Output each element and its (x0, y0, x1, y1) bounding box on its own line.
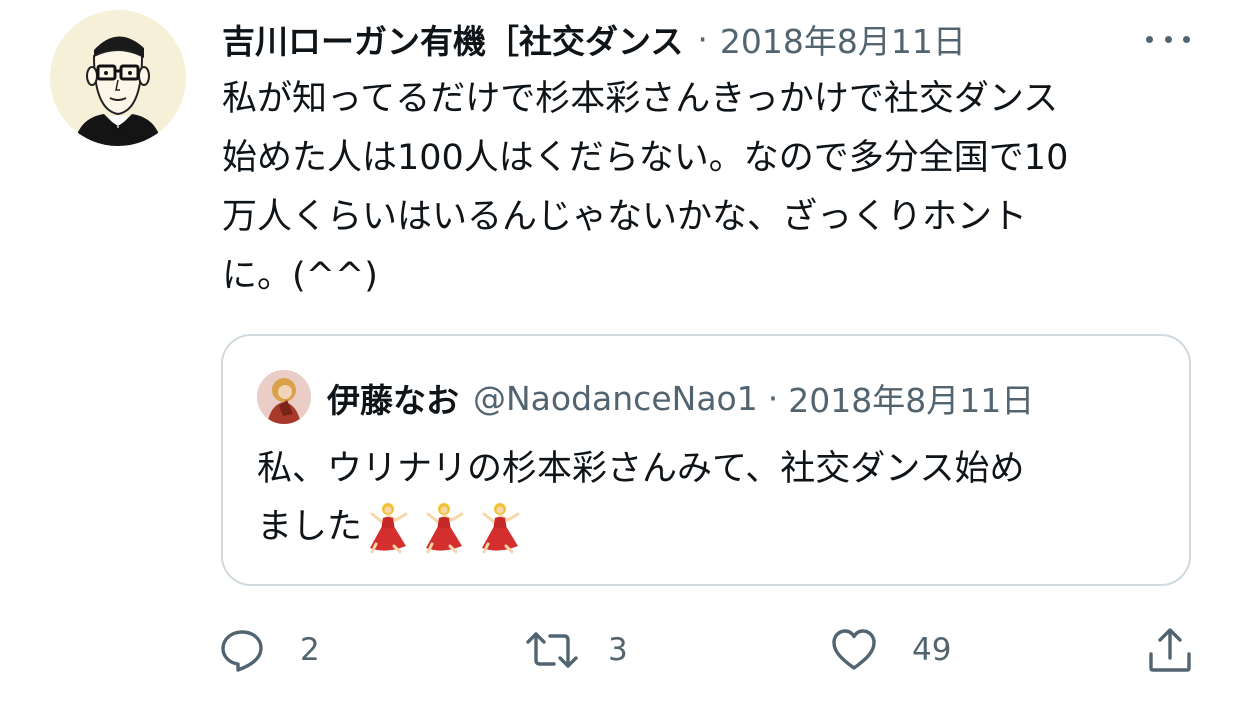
tweet-text-line: 始めた人は100人はくだらない。なので多分全国で10 (222, 138, 1069, 178)
retweet-button[interactable]: 3 (524, 620, 628, 680)
more-icon-dot (1183, 35, 1190, 43)
quote-avatar[interactable] (257, 370, 311, 424)
reply-icon (221, 630, 263, 672)
tweet-text-line: に。(^^) (222, 256, 378, 296)
dancer-emoji-icon (362, 500, 414, 554)
avatar-illustration (50, 10, 186, 146)
tweet-text-line: 私が知ってるだけで杉本彩さんきっかけで社交ダンス (222, 79, 1059, 119)
tweet-date[interactable]: 2018年8月11日 (720, 15, 966, 63)
quote-text: 私、ウリナリの杉本彩さんみて、社交ダンス始め ました (257, 440, 1167, 556)
header-separator: · (697, 19, 708, 59)
more-icon-dot (1164, 35, 1172, 43)
reply-button[interactable]: 2 (218, 620, 320, 680)
quote-author-handle[interactable]: @NaodanceNao1 (473, 379, 758, 418)
author-name[interactable]: 吉川ローガン有機［社交ダンス (222, 15, 683, 63)
reply-count: 2 (300, 632, 320, 668)
quote-text-line: 私、ウリナリの杉本彩さんみて、社交ダンス始め (257, 449, 1025, 489)
quote-date[interactable]: 2018年8月11日 (788, 374, 1034, 422)
share-button[interactable] (1146, 620, 1194, 680)
retweet-count: 3 (608, 632, 628, 668)
quote-text-line2: ました (257, 507, 363, 547)
like-count: 49 (912, 632, 952, 668)
dancer-emoji-icon (418, 500, 470, 554)
quote-avatar-image (257, 370, 311, 424)
like-button[interactable]: 49 (830, 620, 951, 680)
quote-author-name[interactable]: 伊藤なお (327, 374, 459, 422)
share-icon (1149, 628, 1191, 672)
quote-header: 伊藤なお @NaodanceNao1 · 2018年8月11日 (327, 374, 1034, 422)
tweet-text-line: 万人くらいはいるんじゃないかな、ざっくりホント (222, 197, 1028, 237)
quote-separator: · (767, 378, 779, 418)
retweet-icon (526, 632, 578, 668)
tweet-actions: 2 3 49 (0, 620, 1242, 680)
author-avatar[interactable] (50, 10, 186, 146)
quote-tweet-card[interactable]: 伊藤なお @NaodanceNao1 · 2018年8月11日 私、ウリナリの杉… (221, 334, 1191, 586)
more-icon (1146, 35, 1153, 43)
tweet-header: 吉川ローガン有機［社交ダンス · 2018年8月11日 (222, 16, 966, 62)
dancer-emoji-icon (474, 500, 526, 554)
heart-icon (832, 629, 876, 670)
quote-text-line: ました (257, 498, 1167, 556)
more-options-button[interactable] (1146, 24, 1190, 54)
tweet-text: 私が知ってるだけで杉本彩さんきっかけで社交ダンス 始めた人は100人はくだらない… (222, 70, 1172, 306)
